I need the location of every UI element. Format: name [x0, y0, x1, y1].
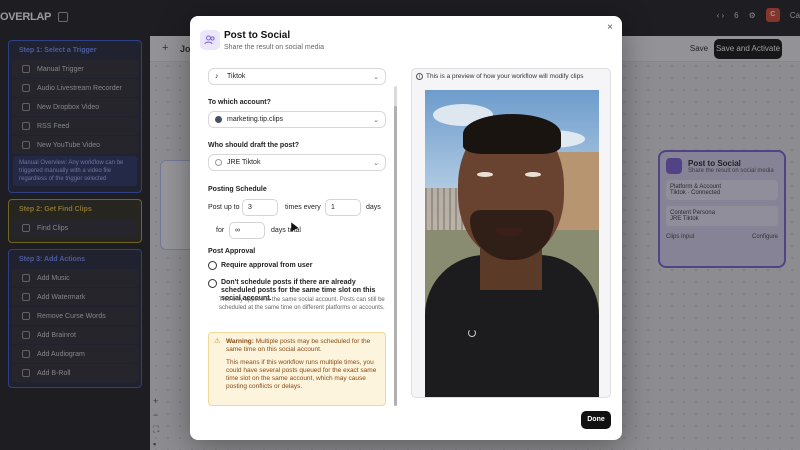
warning-box: ⚠ Warning: Multiple posts may be schedul…	[208, 332, 386, 406]
chevron-down-icon: ⌄	[373, 159, 379, 167]
persona-icon	[215, 159, 222, 166]
modal-subtitle: Share the result on social media	[224, 44, 324, 51]
users-icon	[200, 30, 220, 50]
clip-preview-video[interactable]	[425, 90, 599, 397]
dont-schedule-checkbox[interactable]	[208, 279, 217, 288]
preview-pane: i This is a preview of how your workflow…	[411, 68, 611, 398]
post-to-social-modal: × Post to Social Share the result on soc…	[190, 16, 622, 440]
info-icon: i	[416, 73, 423, 80]
account-avatar-icon	[215, 116, 222, 123]
settings-pane[interactable]: ♪ Tiktok ⌄ To which account? marketing.t…	[208, 68, 390, 408]
tiktok-icon: ♪	[215, 73, 219, 80]
post-up-to-text: Post up to	[208, 204, 240, 211]
schedule-help-text: This only applies to the same social acc…	[219, 297, 385, 311]
post-approval-label: Post Approval	[208, 248, 256, 255]
done-button[interactable]: Done	[581, 411, 611, 429]
draft-label: Who should draft the post?	[208, 142, 299, 149]
require-approval-checkbox[interactable]	[208, 261, 217, 270]
preview-note: i This is a preview of how your workflow…	[416, 73, 584, 80]
warning-title: Warning:	[226, 338, 254, 345]
days-text: days	[366, 204, 381, 211]
modal-title: Post to Social	[224, 30, 291, 41]
chevron-down-icon: ⌄	[373, 73, 379, 81]
loading-spinner-icon	[468, 329, 476, 337]
posts-count-input[interactable]: 3	[242, 199, 278, 216]
account-label: To which account?	[208, 99, 271, 106]
days-interval-input[interactable]: 1	[325, 199, 361, 216]
chevron-down-icon: ⌄	[373, 116, 379, 124]
require-approval-text: Require approval from user	[221, 262, 313, 269]
posting-schedule-label: Posting Schedule	[208, 186, 267, 193]
for-text: for	[216, 227, 225, 234]
times-every-text: times every	[285, 204, 321, 211]
close-icon[interactable]: ×	[607, 22, 613, 33]
account-select[interactable]: marketing.tip.clips ⌄	[208, 111, 386, 128]
warning-text-2: This means if this workflow runs multipl…	[226, 359, 377, 390]
draft-persona-select[interactable]: JRE Tiktok ⌄	[208, 154, 386, 171]
platform-select[interactable]: ♪ Tiktok ⌄	[208, 68, 386, 85]
warning-icon: ⚠	[214, 338, 221, 345]
settings-scrollbar-thumb[interactable]	[394, 106, 397, 406]
total-days-input[interactable]: ∞	[229, 222, 265, 239]
